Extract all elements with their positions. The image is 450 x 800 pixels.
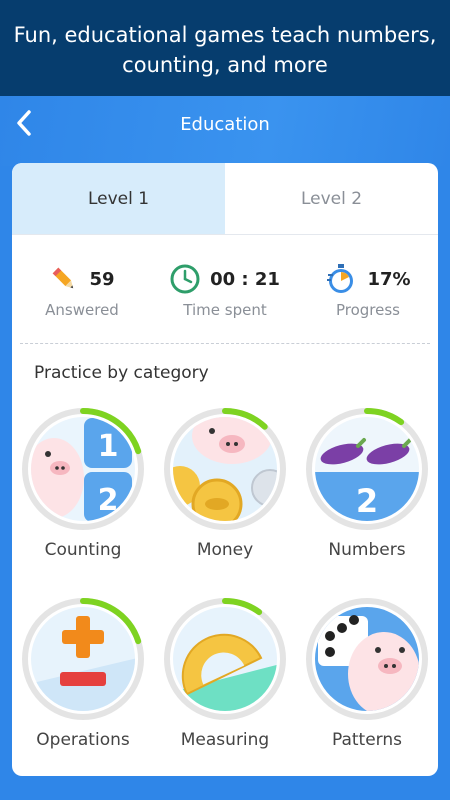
category-counting[interactable]: 1 2 Counting bbox=[13, 406, 153, 560]
category-operations[interactable]: Operations bbox=[13, 596, 153, 750]
category-measuring[interactable]: Measuring bbox=[155, 596, 295, 750]
promo-banner: Fun, educational games teach numbers, co… bbox=[0, 0, 450, 96]
app-bar: Education bbox=[0, 96, 450, 166]
banner-line-1: Fun, educational games teach numbers, bbox=[13, 23, 437, 47]
tab-level-1[interactable]: Level 1 bbox=[12, 163, 225, 234]
answered-value: 59 bbox=[89, 268, 115, 290]
stopwatch-icon bbox=[327, 264, 354, 293]
education-card: Level 1 Level 2 59 Answered 00: 21 Time… bbox=[12, 163, 438, 776]
time-spent-label: Time spent bbox=[183, 301, 267, 319]
category-numbers[interactable]: 2 Numbers bbox=[297, 406, 437, 560]
progress-label: Progress bbox=[335, 301, 400, 319]
category-label: Operations bbox=[36, 730, 130, 750]
clock-icon bbox=[170, 264, 200, 294]
page-title: Education bbox=[180, 114, 270, 135]
stats-row: 59 Answered 00 : 21 Time spent 17% Progr… bbox=[12, 235, 438, 345]
stat-time-spent: 00 : 21 Time spent bbox=[155, 261, 295, 319]
category-label: Numbers bbox=[328, 540, 406, 560]
tab-level-2[interactable]: Level 2 bbox=[225, 163, 438, 234]
svg-text:2: 2 bbox=[98, 483, 119, 518]
stat-progress: 17% Progress bbox=[298, 261, 438, 319]
category-label: Counting bbox=[44, 540, 122, 560]
category-label: Measuring bbox=[180, 730, 270, 750]
banner-line-2: counting, and more bbox=[122, 53, 328, 77]
answered-label: Answered bbox=[45, 301, 119, 319]
category-label: Patterns bbox=[331, 730, 403, 750]
progress-value: 17% bbox=[367, 268, 411, 290]
category-patterns[interactable]: Patterns bbox=[297, 596, 437, 750]
category-money[interactable]: Money bbox=[155, 406, 295, 560]
level-tabs: Level 1 Level 2 bbox=[12, 163, 438, 235]
section-title: Practice by category bbox=[34, 363, 209, 383]
dashed-divider bbox=[20, 343, 430, 344]
category-label: Money bbox=[196, 540, 254, 560]
stat-answered: 59 Answered bbox=[12, 261, 152, 319]
pencil-icon bbox=[53, 267, 74, 289]
svg-text:2: 2 bbox=[356, 482, 378, 520]
svg-text:1: 1 bbox=[98, 429, 119, 464]
time-spent-value: 00 : 21 bbox=[210, 268, 280, 290]
